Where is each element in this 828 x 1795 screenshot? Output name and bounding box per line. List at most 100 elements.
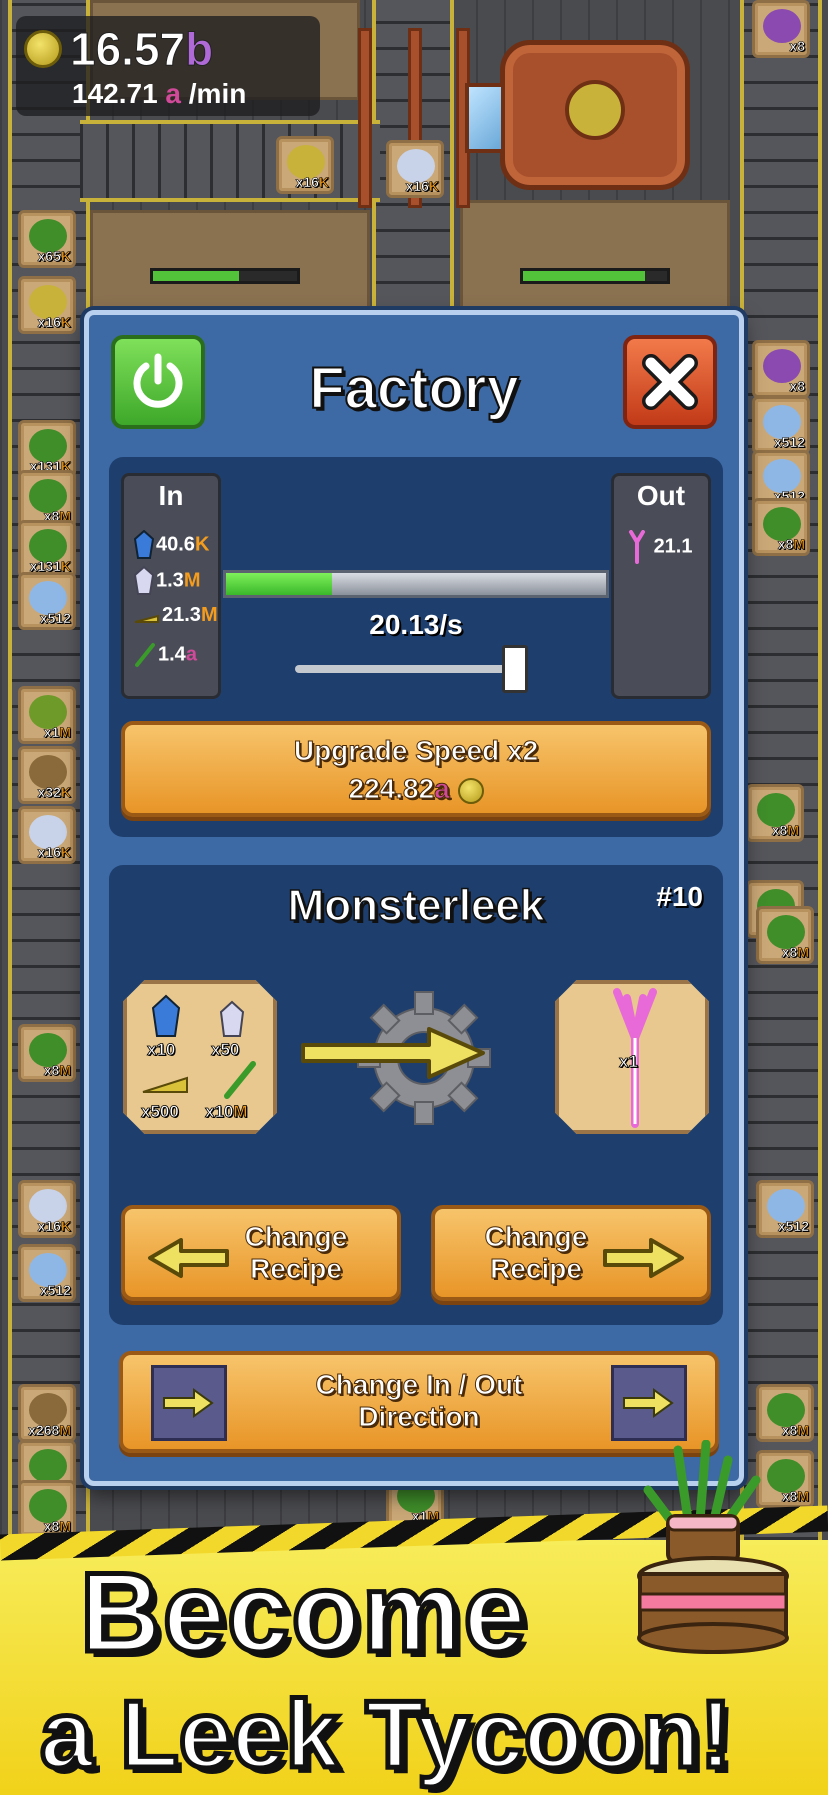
direction-out-icon [611, 1365, 687, 1441]
output-resource: 21.1 [628, 530, 693, 564]
dirt-patch [90, 210, 370, 310]
ingredient-qty: x10 [147, 1040, 176, 1060]
crate-count: x512 [39, 1282, 72, 1299]
gold-coin-icon [24, 30, 62, 68]
crate-count: x16K [37, 844, 71, 861]
crate[interactable]: x32K [18, 746, 76, 804]
speed-slider-handle[interactable] [502, 645, 528, 693]
previous-recipe-label: Change Recipe [244, 1221, 348, 1285]
crate[interactable]: x16K [386, 140, 444, 198]
crate-count: x512 [777, 1218, 810, 1235]
output-qty: x1 [619, 1052, 639, 1072]
crate-count: x268M [28, 1422, 71, 1439]
crate-count: x16K [295, 174, 329, 191]
crate[interactable]: x16K [18, 806, 76, 864]
production-progress-bar [223, 570, 609, 598]
crate[interactable]: x16K [18, 1180, 76, 1238]
gold-coin-icon [457, 777, 484, 804]
crate-count: x8 [789, 38, 805, 55]
crate-count: x512 [773, 434, 806, 451]
upgrade-speed-button[interactable]: Upgrade Speed x2 224.82a [121, 721, 711, 817]
recipe-number: #10 [656, 881, 703, 912]
upgrade-cost: 224.82a [125, 773, 707, 805]
crate[interactable]: x8M [752, 498, 810, 556]
crate[interactable]: x268M [18, 1384, 76, 1442]
crate-count: x16K [37, 1218, 71, 1235]
crate[interactable]: x8 [752, 340, 810, 398]
crate[interactable]: x512 [18, 1244, 76, 1302]
crate[interactable]: x512 [18, 572, 76, 630]
production-progress-fill [226, 573, 333, 595]
monsterleek-icon [629, 530, 645, 564]
input-label: In [158, 480, 184, 511]
previous-recipe-button[interactable]: Change Recipe [121, 1205, 401, 1301]
income-rate: 142.71 a /min [72, 78, 247, 109]
crate-count: x8M [781, 944, 809, 961]
speed-slider[interactable] [295, 645, 528, 693]
input-resource: 1.4a [134, 642, 197, 668]
crate[interactable]: x16K [276, 136, 334, 194]
crate[interactable]: x8 [752, 0, 810, 58]
crate-count: x8M [771, 822, 799, 839]
crate[interactable]: x8M [746, 784, 804, 842]
conveyor-belt [80, 120, 380, 202]
recipe-output-box: x1 [555, 980, 709, 1134]
recipe-name: Monsterleek [287, 880, 545, 931]
input-resource: 1.3M [134, 566, 200, 596]
crate-count: x65K [37, 248, 71, 265]
banner-subheadline: a Leek Tycoon! [38, 1679, 735, 1791]
crate-count: x1M [43, 724, 71, 741]
recipe-input-box: x10 x50 x500 x10M [123, 980, 277, 1134]
dirt-patch [460, 200, 730, 310]
output-label: Out [636, 480, 686, 511]
close-button[interactable] [623, 335, 717, 429]
crate[interactable]: x131K [18, 520, 76, 578]
golden-leek-icon [142, 1076, 188, 1093]
machine-progress-bar [150, 268, 300, 284]
crate[interactable]: x512 [756, 1180, 814, 1238]
white-crystal-icon [219, 1000, 245, 1037]
crate[interactable]: x1M [18, 686, 76, 744]
leek-cake-icon [637, 1440, 789, 1654]
crate[interactable]: x512 [752, 396, 810, 454]
banner-headline: Become [78, 1548, 529, 1678]
coin-balance: 16.57b [69, 23, 214, 76]
right-arrow-icon [301, 1027, 485, 1079]
recipe-panel: Monsterleek #10 x10 x50 x500 x10M x1 Cha… [109, 865, 723, 1325]
green-leek-icon [224, 1061, 256, 1099]
crate[interactable]: x8M [756, 906, 814, 964]
next-recipe-label: Change Recipe [484, 1221, 588, 1285]
crate-count: x16K [405, 178, 439, 195]
crate-count: x8M [43, 1062, 71, 1079]
blue-crystal-icon [134, 530, 154, 559]
next-recipe-button[interactable]: Change Recipe [431, 1205, 711, 1301]
crate[interactable]: x8M [18, 1024, 76, 1082]
crate-count: x8M [777, 536, 805, 553]
crate[interactable]: x8M [756, 1384, 814, 1442]
white-crystal-icon [134, 566, 154, 595]
change-direction-button[interactable]: Change In / Out Direction [119, 1351, 719, 1453]
crate-count: x8 [789, 378, 805, 395]
crate-count: x512 [39, 610, 72, 627]
machine-window [465, 83, 505, 153]
green-leek-icon [135, 643, 155, 667]
production-panel: In 40.6K 1.3M 21.3M 1.4a 20.13/s Out 21.… [109, 457, 723, 837]
factory-dialog: Factory In 40.6K 1.3M 21.3M 1.4a 20.13/s [84, 310, 744, 1486]
right-arrow-icon [603, 1238, 684, 1278]
conveyor-belt [740, 0, 822, 1540]
crate[interactable]: x8M [18, 1480, 76, 1538]
crate[interactable]: x16K [18, 276, 76, 334]
blue-crystal-icon [151, 994, 181, 1037]
crate[interactable]: x65K [18, 210, 76, 268]
input-column: In 40.6K 1.3M 21.3M 1.4a [121, 473, 221, 699]
factory-machine[interactable] [465, 40, 690, 190]
machine-post [358, 28, 372, 208]
output-column: Out 21.1 [611, 473, 711, 699]
ingredient-qty: x500 [141, 1102, 180, 1122]
input-resource: 40.6K [134, 530, 209, 560]
currency-hud: 16.57b 142.71 a /min [16, 16, 320, 116]
upgrade-speed-label: Upgrade Speed x2 [293, 735, 539, 767]
crate-count: x32K [37, 784, 71, 801]
machine-progress-bar [520, 268, 670, 284]
close-x-icon [642, 354, 698, 410]
